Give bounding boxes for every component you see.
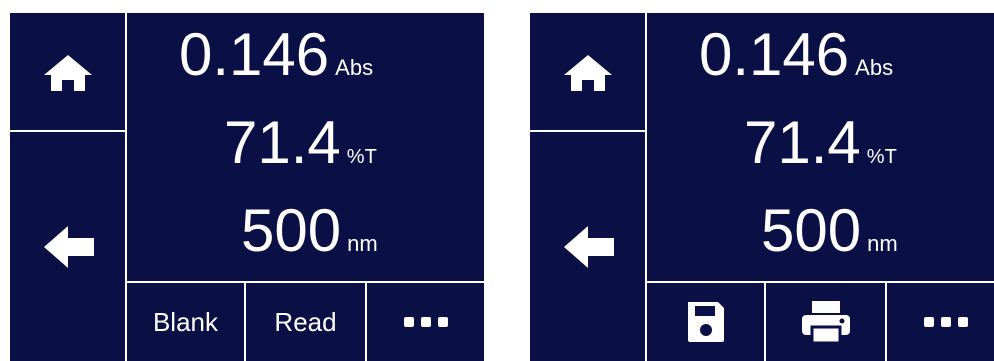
blank-button[interactable]: Blank	[127, 283, 244, 361]
wavelength-unit: nm	[867, 231, 898, 256]
print-button[interactable]	[766, 283, 885, 361]
abs-value: 0.146	[699, 21, 850, 88]
back-button[interactable]	[530, 132, 645, 361]
home-icon	[564, 55, 612, 91]
home-button[interactable]	[530, 13, 647, 132]
home-icon	[44, 55, 92, 91]
wavelength-reading: 500 nm	[241, 201, 378, 261]
transmittance-unit: %T	[866, 146, 897, 168]
home-button[interactable]	[10, 13, 127, 132]
transmittance-unit: %T	[346, 146, 377, 168]
abs-unit: Abs	[855, 55, 894, 80]
readings-display: 0.146 Abs 71.4 %T 500 nm	[647, 13, 994, 281]
abs-reading: 0.146 Abs	[699, 25, 893, 85]
wavelength-value: 500	[761, 197, 862, 264]
more-icon	[923, 317, 968, 327]
save-icon	[687, 302, 724, 342]
read-button[interactable]: Read	[246, 283, 365, 361]
abs-unit: Abs	[335, 55, 374, 80]
abs-reading: 0.146 Abs	[179, 25, 373, 85]
back-arrow-icon	[44, 226, 94, 268]
abs-value: 0.146	[179, 21, 330, 88]
more-icon	[403, 317, 448, 327]
screen-1: 0.146 Abs 71.4 %T 500 nm Blank Read	[10, 13, 484, 361]
screen-2: 0.146 Abs 71.4 %T 500 nm	[530, 13, 994, 361]
wavelength-reading: 500 nm	[761, 201, 898, 261]
back-arrow-icon	[564, 226, 614, 268]
back-button[interactable]	[10, 132, 125, 361]
readings-display: 0.146 Abs 71.4 %T 500 nm	[127, 13, 484, 281]
transmittance-reading: 71.4 %T	[224, 113, 377, 173]
transmittance-reading: 71.4 %T	[744, 113, 897, 173]
save-button[interactable]	[647, 283, 764, 361]
wavelength-value: 500	[241, 197, 342, 264]
more-button[interactable]	[367, 283, 484, 361]
more-button[interactable]	[887, 283, 994, 361]
print-icon	[801, 301, 850, 345]
wavelength-unit: nm	[347, 231, 378, 256]
transmittance-value: 71.4	[224, 109, 341, 176]
transmittance-value: 71.4	[744, 109, 861, 176]
